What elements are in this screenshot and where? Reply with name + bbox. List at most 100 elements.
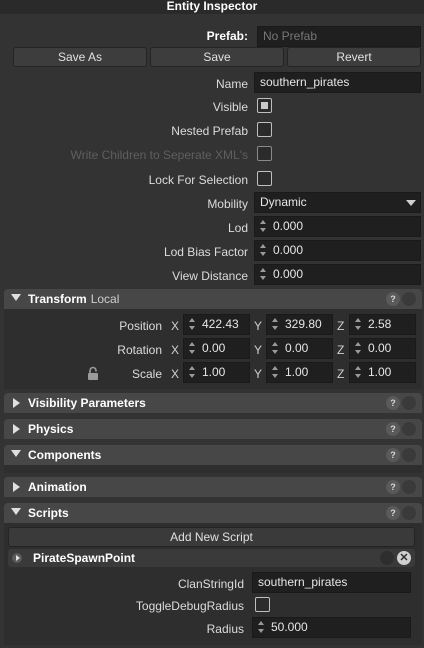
collapse-arrow-icon[interactable] (11, 294, 21, 301)
rotation-label: Rotation (117, 343, 162, 357)
write-children-label: Write Children to Seperate XML's (70, 148, 248, 162)
spinner-icon[interactable] (257, 620, 265, 634)
spinner-icon[interactable] (188, 317, 196, 331)
expand-arrow-glyph (16, 555, 20, 561)
lock-icon[interactable] (87, 366, 99, 381)
components-section-header[interactable]: Components ? (4, 445, 422, 465)
spinner-icon[interactable] (259, 219, 267, 233)
rotation-z-value: 0.00 (368, 341, 392, 355)
spinner-icon[interactable] (259, 267, 267, 281)
rotation-y-value: 0.00 (285, 341, 309, 355)
mobility-value: Dynamic (260, 195, 307, 209)
position-x-label: X (171, 319, 180, 333)
nested-prefab-checkbox[interactable] (257, 122, 272, 137)
write-children-checkbox[interactable] (257, 146, 272, 161)
scale-y-field[interactable]: 1.00 (266, 362, 333, 383)
spinner-icon[interactable] (271, 341, 279, 355)
scale-y-label: Y (254, 367, 263, 381)
visible-checkbox[interactable] (257, 98, 272, 113)
transform-section-header[interactable]: Transform Local ? (4, 289, 422, 309)
position-x-field[interactable]: 422.43 (183, 314, 250, 335)
animation-section-header[interactable]: Animation ? (4, 477, 422, 497)
visibility-section-header[interactable]: Visibility Parameters ? (4, 393, 422, 413)
toggle-debug-label: ToggleDebugRadius (135, 599, 244, 613)
script-toggle[interactable] (380, 551, 394, 565)
animation-title: Animation (28, 480, 87, 494)
help-icon[interactable]: ? (386, 448, 400, 462)
position-z-label: Z (337, 319, 345, 333)
rotation-z-field[interactable]: 0.00 (349, 338, 416, 359)
physics-section-header[interactable]: Physics ? (4, 419, 422, 439)
position-x-value: 422.43 (202, 317, 239, 331)
scale-x-field[interactable]: 1.00 (183, 362, 250, 383)
script-header[interactable]: PirateSpawnPoint ✕ (8, 549, 415, 567)
position-y-value: 329.80 (285, 317, 322, 331)
name-field[interactable]: southern_pirates (254, 72, 421, 93)
spinner-icon[interactable] (354, 341, 362, 355)
lod-value: 0.000 (273, 219, 304, 233)
radius-field[interactable]: 50.000 (252, 617, 411, 638)
help-icon[interactable]: ? (386, 422, 400, 436)
help-icon[interactable]: ? (386, 396, 400, 410)
toggle-debug-checkbox[interactable] (255, 597, 270, 612)
position-z-field[interactable]: 2.58 (349, 314, 416, 335)
dropdown-caret-icon (406, 200, 416, 206)
clan-field[interactable]: southern_pirates (252, 572, 411, 593)
expand-arrow-icon[interactable] (13, 482, 20, 492)
transform-title: Transform (28, 292, 87, 306)
scale-label: Scale (131, 367, 162, 381)
position-y-label: Y (254, 319, 263, 333)
spinner-icon[interactable] (354, 317, 362, 331)
lod-field[interactable]: 0.000 (254, 216, 421, 237)
spinner-icon[interactable] (354, 365, 362, 379)
section-toggle[interactable] (402, 292, 416, 306)
lock-selection-checkbox[interactable] (257, 171, 272, 186)
prefab-field[interactable]: No Prefab (257, 26, 421, 47)
section-toggle[interactable] (402, 396, 416, 410)
spinner-icon[interactable] (259, 243, 267, 257)
rotation-y-field[interactable]: 0.00 (266, 338, 333, 359)
help-icon[interactable]: ? (386, 506, 400, 520)
position-z-value: 2.58 (368, 317, 392, 331)
save-button[interactable]: Save (150, 47, 284, 67)
collapse-arrow-icon[interactable] (11, 450, 21, 457)
radius-value: 50.000 (271, 620, 308, 634)
section-toggle[interactable] (402, 448, 416, 462)
section-toggle[interactable] (402, 422, 416, 436)
scripts-section-header[interactable]: Scripts ? (4, 503, 422, 523)
view-distance-field[interactable]: 0.000 (254, 264, 421, 285)
scale-x-value: 1.00 (202, 365, 226, 379)
components-panel (4, 465, 422, 473)
close-icon[interactable]: ✕ (397, 551, 411, 565)
lod-bias-field[interactable]: 0.000 (254, 240, 421, 261)
help-icon[interactable]: ? (386, 292, 400, 306)
expand-arrow-icon[interactable] (13, 424, 20, 434)
revert-button[interactable]: Revert (287, 47, 421, 67)
physics-title: Physics (28, 422, 74, 436)
spinner-icon[interactable] (271, 365, 279, 379)
position-y-field[interactable]: 329.80 (266, 314, 333, 335)
spinner-icon[interactable] (271, 317, 279, 331)
add-new-script-button[interactable]: Add New Script (8, 527, 415, 547)
scale-x-label: X (171, 367, 180, 381)
rotation-x-field[interactable]: 0.00 (183, 338, 250, 359)
collapse-arrow-icon[interactable] (11, 508, 21, 515)
mobility-dropdown[interactable]: Dynamic (254, 192, 421, 213)
position-label: Position (119, 319, 162, 333)
spinner-icon[interactable] (188, 365, 196, 379)
save-as-button[interactable]: Save As (13, 47, 147, 67)
spinner-icon[interactable] (188, 341, 196, 355)
scale-z-label: Z (337, 367, 345, 381)
scale-z-field[interactable]: 1.00 (349, 362, 416, 383)
section-toggle[interactable] (402, 506, 416, 520)
scale-y-value: 1.00 (285, 365, 309, 379)
visibility-title: Visibility Parameters (28, 396, 146, 410)
rotation-z-label: Z (337, 343, 345, 357)
rotation-x-value: 0.00 (202, 341, 226, 355)
section-toggle[interactable] (402, 480, 416, 494)
help-icon[interactable]: ? (386, 480, 400, 494)
lod-label: Lod (227, 221, 248, 235)
clan-label: ClanStringId (177, 577, 244, 591)
expand-arrow-icon[interactable] (13, 398, 20, 408)
nested-prefab-label: Nested Prefab (171, 124, 248, 138)
